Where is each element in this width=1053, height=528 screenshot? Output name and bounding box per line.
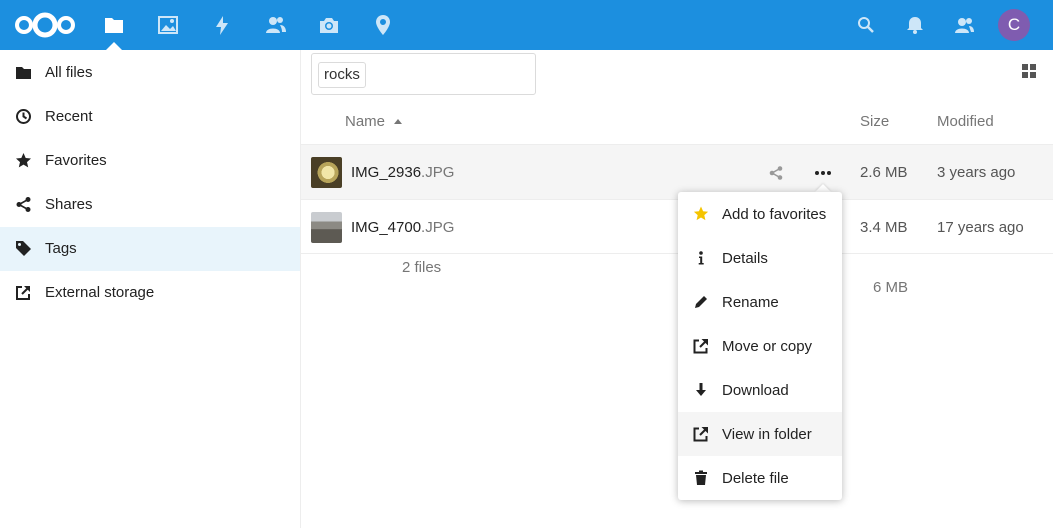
- menu-item-view-in-folder[interactable]: View in folder: [678, 412, 842, 456]
- popover-caret: [815, 184, 831, 192]
- share-icon: [15, 196, 32, 213]
- menu-item-download[interactable]: Download: [678, 368, 842, 412]
- sidebar-item-shares[interactable]: Shares: [0, 183, 300, 227]
- folder-icon[interactable]: [103, 14, 125, 36]
- contacts-menu-icon[interactable]: [953, 14, 975, 36]
- menu-item-label: Delete file: [722, 470, 789, 487]
- top-bar: C: [0, 0, 1053, 50]
- sort-ascending-icon: [394, 119, 402, 124]
- bell-icon[interactable]: [904, 14, 926, 36]
- file-thumbnail: [311, 157, 342, 188]
- table-row[interactable]: IMG_4700.JPG 3.4 MB 17 years ago: [301, 199, 1053, 254]
- sidebar-item-label: Shares: [45, 196, 93, 213]
- sidebar-item-recent[interactable]: Recent: [0, 95, 300, 139]
- file-name[interactable]: IMG_4700.JPG: [351, 219, 454, 236]
- tag-icon: [15, 240, 32, 257]
- clock-icon: [15, 108, 32, 125]
- sidebar-item-label: Tags: [45, 240, 77, 257]
- sidebar-item-tags[interactable]: Tags: [0, 227, 300, 271]
- trash-icon: [693, 470, 709, 486]
- sidebar-item-label: All files: [45, 64, 93, 81]
- menu-item-details[interactable]: Details: [678, 236, 842, 280]
- menu-item-rename[interactable]: Rename: [678, 280, 842, 324]
- tag-filter-input[interactable]: rocks: [311, 53, 536, 95]
- external-icon: [693, 338, 709, 354]
- camera-icon[interactable]: [318, 14, 340, 36]
- menu-item-add-to-favorites[interactable]: Add to favorites: [678, 192, 842, 236]
- users-icon[interactable]: [265, 14, 287, 36]
- column-header-name[interactable]: Name: [345, 113, 385, 130]
- menu-item-label: Add to favorites: [722, 206, 827, 223]
- menu-item-label: Details: [722, 250, 768, 267]
- column-header-modified[interactable]: Modified: [937, 113, 994, 130]
- active-app-indicator: [106, 42, 122, 50]
- file-modified: 3 years ago: [937, 164, 1016, 181]
- sidebar-item-external-storage[interactable]: External storage: [0, 271, 300, 315]
- pencil-icon: [693, 294, 709, 310]
- file-size: 3.4 MB: [860, 219, 908, 236]
- table-row[interactable]: IMG_2936.JPG 2.6 MB 3 years ago: [301, 144, 1053, 199]
- sidebar-item-label: Recent: [45, 108, 93, 125]
- more-actions-icon[interactable]: [813, 165, 833, 181]
- info-icon: [693, 250, 709, 266]
- file-size: 2.6 MB: [860, 164, 908, 181]
- external-icon: [693, 426, 709, 442]
- menu-item-label: View in folder: [722, 426, 812, 443]
- sidebar-item-label: External storage: [45, 284, 155, 301]
- column-header-size[interactable]: Size: [860, 113, 889, 130]
- menu-item-move-or-copy[interactable]: Move or copy: [678, 324, 842, 368]
- nextcloud-logo-icon[interactable]: [14, 12, 76, 38]
- file-modified: 17 years ago: [937, 219, 1024, 236]
- file-actions-menu: Add to favorites Details Rename Move or …: [678, 192, 842, 500]
- file-thumbnail: [311, 212, 342, 243]
- file-count-summary: 2 files: [402, 259, 442, 276]
- download-icon: [693, 382, 709, 398]
- grid-view-icon[interactable]: [1022, 64, 1036, 78]
- lightning-icon[interactable]: [211, 14, 233, 36]
- star-icon: [15, 152, 32, 169]
- menu-item-delete-file[interactable]: Delete file: [678, 456, 842, 500]
- star-icon: [693, 206, 709, 222]
- sidebar-item-all-files[interactable]: All files: [0, 51, 300, 95]
- folder-icon: [15, 64, 32, 81]
- tag-chip[interactable]: rocks: [318, 62, 366, 88]
- user-avatar[interactable]: C: [998, 9, 1030, 41]
- sidebar: All files Recent Favorites Shares Tags E…: [0, 50, 301, 528]
- total-size-summary: 6 MB: [873, 279, 909, 296]
- share-icon[interactable]: [768, 165, 784, 181]
- map-pin-icon[interactable]: [372, 14, 394, 36]
- external-icon: [15, 284, 32, 301]
- file-name[interactable]: IMG_2936.JPG: [351, 164, 454, 181]
- search-icon[interactable]: [855, 14, 877, 36]
- menu-item-label: Move or copy: [722, 338, 813, 355]
- image-icon[interactable]: [157, 14, 179, 36]
- menu-item-label: Rename: [722, 294, 779, 311]
- menu-item-label: Download: [722, 382, 789, 399]
- sidebar-item-label: Favorites: [45, 152, 107, 169]
- sidebar-item-favorites[interactable]: Favorites: [0, 139, 300, 183]
